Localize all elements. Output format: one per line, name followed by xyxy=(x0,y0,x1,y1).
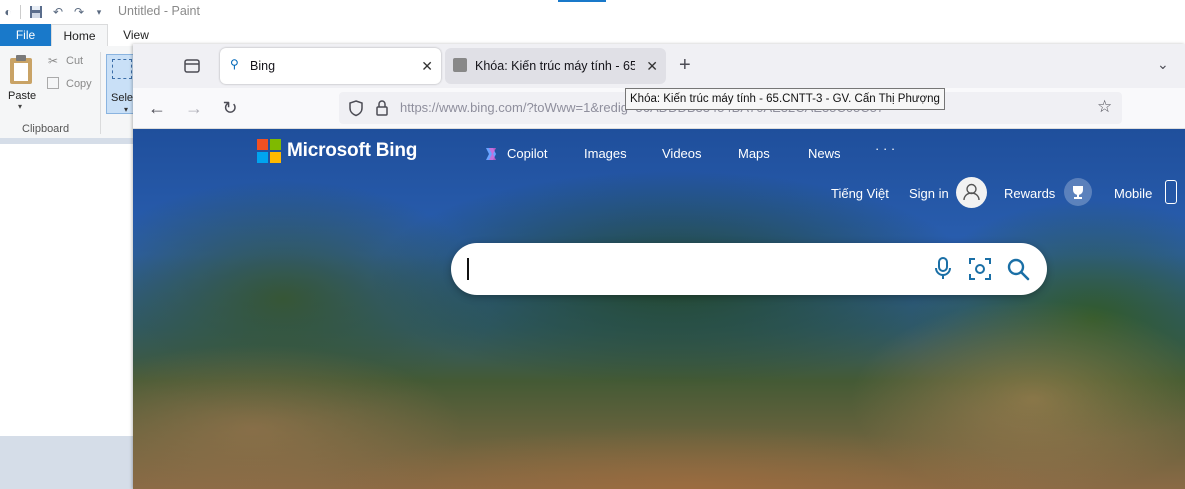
nav-news[interactable]: News xyxy=(808,146,841,161)
mobile-link[interactable]: Mobile xyxy=(1114,186,1152,201)
copy-button[interactable]: Copy xyxy=(66,78,92,90)
search-box[interactable] xyxy=(451,243,1047,295)
tab-course-label: Khóa: Kiến trúc máy tính - 65.C xyxy=(475,59,635,73)
tab-view[interactable]: View xyxy=(116,24,156,46)
avatar-icon[interactable] xyxy=(956,177,987,208)
language-link[interactable]: Tiếng Việt xyxy=(831,186,889,201)
firefox-view-icon[interactable] xyxy=(182,56,202,76)
close-tab-icon[interactable]: ✕ xyxy=(646,58,658,75)
nav-more[interactable]: · · · xyxy=(875,141,895,156)
paste-icon[interactable] xyxy=(7,54,37,86)
select-dropdown-icon: ▾ xyxy=(124,105,129,114)
cut-button[interactable]: Cut xyxy=(66,55,83,67)
copilot-icon xyxy=(483,146,499,162)
reload-icon[interactable]: ↻ xyxy=(218,96,242,120)
search-input[interactable] xyxy=(475,255,919,285)
visual-search-camera-icon[interactable] xyxy=(967,256,993,282)
paint-ribbon: Paste ▾ ✂ Cut Copy Sele ▾ Clipboard xyxy=(0,46,140,139)
ribbon-group-divider xyxy=(100,52,101,134)
nav-maps[interactable]: Maps xyxy=(738,146,770,161)
tab-course[interactable]: Khóa: Kiến trúc máy tính - 65.C ✕ xyxy=(445,48,666,84)
bing-page: Microsoft Bing Copilot Images Videos Map… xyxy=(133,129,1185,489)
clipboard-group-label: Clipboard xyxy=(22,123,70,135)
tab-bing[interactable]: ⚲ Bing ✕ xyxy=(220,48,441,84)
select-label: Sele xyxy=(111,92,134,104)
taskbar-accent xyxy=(558,0,606,2)
paste-dropdown-icon[interactable]: ▾ xyxy=(18,102,22,111)
close-tab-icon[interactable]: ✕ xyxy=(421,58,433,75)
nav-copilot[interactable]: Copilot xyxy=(507,146,547,161)
forward-icon[interactable]: → xyxy=(182,96,206,120)
customize-qa-icon[interactable]: ▾ xyxy=(91,4,107,20)
nav-videos[interactable]: Videos xyxy=(662,146,702,161)
lock-icon[interactable] xyxy=(375,99,389,117)
paint-window-title: Untitled - Paint xyxy=(118,4,200,18)
tab-home[interactable]: Home xyxy=(51,24,108,46)
text-caret xyxy=(467,258,469,280)
tab-bing-label: Bing xyxy=(250,59,276,73)
paint-ribbon-tabs xyxy=(0,24,1185,46)
bookmark-star-icon[interactable]: ☆ xyxy=(1097,97,1112,117)
paint-app-icon[interactable]: ◐ xyxy=(0,4,16,20)
paste-button[interactable]: Paste xyxy=(8,90,36,102)
redo-icon[interactable]: ↷ xyxy=(71,4,87,20)
rewards-link[interactable]: Rewards xyxy=(1004,186,1055,201)
bing-brand[interactable]: Microsoft Bing xyxy=(287,140,417,162)
browser-window: ⚲ Bing ✕ Khóa: Kiến trúc máy tính - 65.C… xyxy=(133,44,1185,489)
qa-divider xyxy=(20,5,21,19)
paint-workspace-background xyxy=(0,436,140,489)
rewards-trophy-icon[interactable] xyxy=(1064,178,1092,206)
nav-images[interactable]: Images xyxy=(584,146,627,161)
tab-tooltip: Khóa: Kiến trúc máy tính - 65.CNTT-3 - G… xyxy=(625,88,945,110)
shield-icon[interactable] xyxy=(347,99,365,117)
mobile-phone-icon[interactable] xyxy=(1165,180,1177,204)
bing-search-favicon: ⚲ xyxy=(230,57,239,71)
course-favicon xyxy=(453,58,467,72)
tab-file[interactable]: File xyxy=(0,24,51,46)
paint-canvas[interactable] xyxy=(0,144,140,436)
list-all-tabs-icon[interactable]: ⌄ xyxy=(1157,56,1169,73)
microsoft-logo-icon[interactable] xyxy=(257,139,281,163)
new-tab-button[interactable]: + xyxy=(679,54,691,77)
search-icon[interactable] xyxy=(1005,256,1031,282)
undo-icon[interactable]: ↶ xyxy=(50,4,66,20)
back-icon[interactable]: ← xyxy=(145,96,169,120)
select-icon xyxy=(112,59,132,79)
select-button[interactable]: Sele ▾ xyxy=(106,54,136,114)
copy-icon xyxy=(47,77,59,89)
microphone-icon[interactable] xyxy=(931,256,955,282)
scissors-icon: ✂ xyxy=(48,54,59,68)
sign-in-link[interactable]: Sign in xyxy=(909,186,949,201)
save-icon[interactable] xyxy=(28,4,44,20)
tab-strip: ⚲ Bing ✕ Khóa: Kiến trúc máy tính - 65.C… xyxy=(133,44,1185,88)
